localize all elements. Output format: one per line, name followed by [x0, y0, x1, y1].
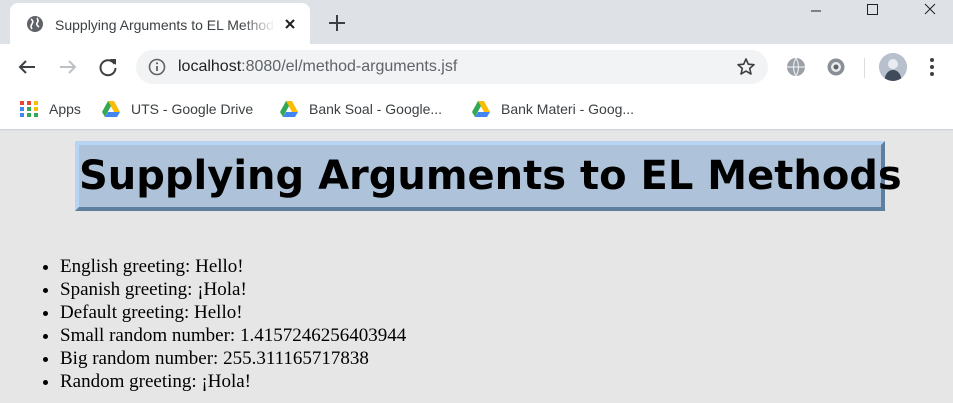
list-item: Random greeting: ¡Hola! [60, 370, 406, 393]
maximize-icon[interactable] [850, 0, 896, 30]
list-item: English greeting: Hello! [60, 255, 406, 278]
google-drive-icon [280, 101, 298, 117]
bookmark-apps[interactable]: Apps [19, 98, 81, 120]
reload-icon[interactable] [96, 55, 120, 79]
bookmark-label: Bank Materi - Goog... [501, 101, 635, 117]
apps-grid-icon [20, 101, 38, 117]
globe-icon [27, 16, 43, 32]
new-tab-icon[interactable] [326, 12, 348, 34]
item-value: ¡Hola! [197, 279, 247, 300]
bookmark-uts-drive[interactable]: UTS - Google Drive [101, 98, 253, 120]
item-label: Random greeting: [60, 371, 202, 392]
list-item: Small random number: 1.4157246256403944 [60, 324, 406, 347]
extension-globe-icon[interactable] [785, 56, 807, 78]
item-label: Small random number: [60, 325, 240, 346]
avatar-image-icon [879, 53, 907, 81]
item-value: ¡Hola! [201, 371, 252, 392]
bookmark-label: Apps [49, 101, 81, 117]
bookmark-label: Bank Soal - Google... [309, 101, 443, 117]
item-label: Default greeting: [60, 302, 195, 323]
item-label: English greeting: [60, 256, 196, 277]
item-label: Big random number: [60, 348, 224, 369]
page-viewport: Supplying Arguments to EL Methods Englis… [0, 131, 953, 403]
page-title-box: Supplying Arguments to EL Methods [75, 141, 902, 211]
tab-title: Supplying Arguments to EL Methods [55, 17, 275, 33]
item-value: 1.4157246256403944 [239, 325, 407, 346]
bookmark-label: UTS - Google Drive [131, 101, 254, 117]
extension-record-icon[interactable] [825, 56, 847, 78]
browser-toolbar: localhost:8080/el/method-arguments.jsf [0, 44, 953, 90]
profile-avatar[interactable] [879, 53, 907, 81]
item-value: Hello! [195, 256, 244, 277]
bookmark-bank-soal[interactable]: Bank Soal - Google... [279, 98, 442, 120]
bookmark-bank-materi[interactable]: Bank Materi - Goog... [471, 98, 634, 120]
browser-tab[interactable]: Supplying Arguments to EL Methods [10, 3, 310, 44]
item-value: Hello! [194, 302, 243, 323]
page-title: Supplying Arguments to EL Methods [79, 153, 902, 199]
item-value: 255.311165717838 [223, 348, 369, 369]
bookmark-star-icon[interactable] [736, 57, 756, 77]
close-window-icon[interactable] [907, 0, 953, 30]
item-label: Spanish greeting: [60, 279, 198, 300]
google-drive-icon [472, 101, 490, 117]
info-icon[interactable] [148, 58, 166, 76]
list-item: Default greeting: Hello! [60, 301, 406, 324]
url-text[interactable]: localhost:8080/el/method-arguments.jsf [178, 57, 457, 77]
address-bar[interactable]: localhost:8080/el/method-arguments.jsf [136, 50, 768, 84]
google-drive-icon [102, 101, 120, 117]
back-arrow-icon[interactable] [15, 55, 39, 79]
tab-strip: Supplying Arguments to EL Methods [0, 0, 953, 44]
close-tab-icon[interactable] [282, 16, 298, 32]
forward-arrow-icon[interactable] [56, 55, 80, 79]
list-item: Spanish greeting: ¡Hola! [60, 278, 406, 301]
results-list: English greeting: Hello! Spanish greetin… [60, 255, 406, 393]
url-path: :8080/el/method-arguments.jsf [241, 58, 458, 75]
toolbar-divider [864, 58, 865, 78]
list-item: Big random number: 255.311165717838 [60, 347, 406, 370]
menu-dots-icon[interactable] [922, 56, 942, 78]
bookmarks-bar: Apps UTS - Google Drive Bank Soal - Goog… [0, 90, 953, 130]
minimize-icon[interactable] [793, 0, 839, 30]
url-host: localhost [178, 58, 242, 75]
